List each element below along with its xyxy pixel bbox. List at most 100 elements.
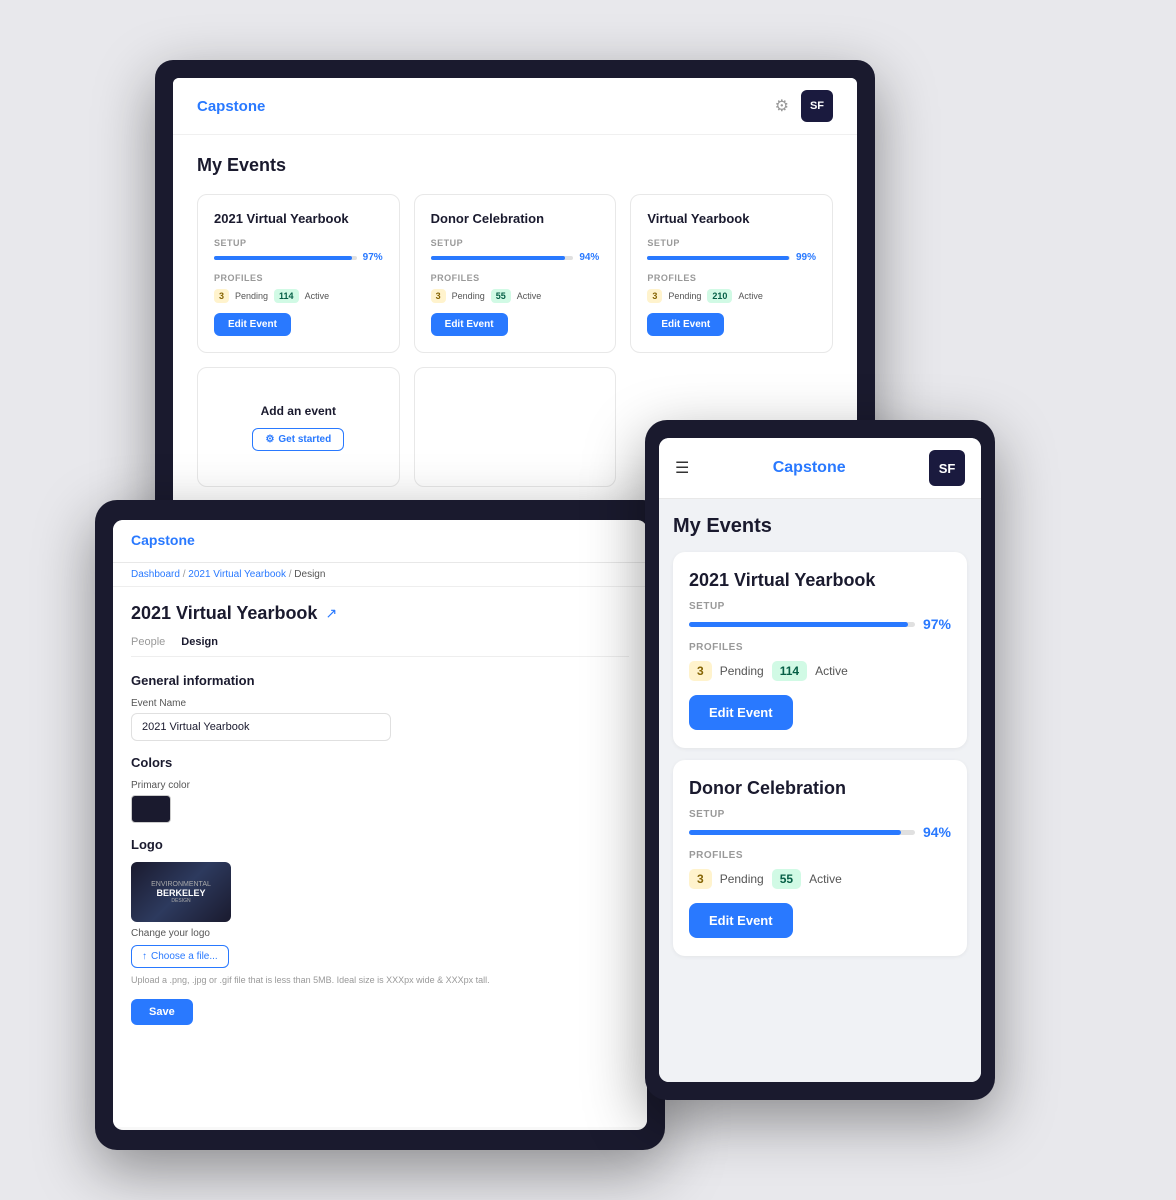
- laptop-profiles-row-3: 3 Pending 210 Active: [647, 289, 816, 303]
- tr-progress-pct-2: 94%: [923, 824, 951, 840]
- laptop-events-grid: 2021 Virtual Yearbook SETUP 97% PROFILES…: [197, 194, 833, 353]
- tr-progress-bg-1: [689, 622, 915, 627]
- laptop-pending-badge-2: 3: [431, 289, 446, 303]
- laptop-progress-bg-2: [431, 256, 574, 260]
- laptop-avatar[interactable]: SF: [801, 90, 833, 122]
- laptop-profiles-label-2: PROFILES: [431, 273, 600, 283]
- tr-profiles-label-2: PROFILES: [689, 850, 951, 861]
- tablet-right-avatar[interactable]: SF: [929, 450, 965, 486]
- tr-progress-row-1: 97%: [689, 616, 951, 632]
- laptop-progress-bg-3: [647, 256, 790, 260]
- laptop-setup-label-1: SETUP: [214, 238, 383, 248]
- external-link-icon[interactable]: ↗: [325, 605, 337, 622]
- tr-active-label-1: Active: [815, 664, 848, 678]
- laptop-header-right: ⚙ SF: [775, 90, 833, 122]
- tablet-right-device: ☰ Capstone SF My Events 2021 Virtual Yea…: [645, 420, 995, 1100]
- tablet-right-header: ☰ Capstone SF: [659, 438, 981, 499]
- hamburger-icon[interactable]: ☰: [675, 458, 689, 478]
- laptop-pending-label-2: Pending: [452, 291, 485, 301]
- tr-progress-bg-2: [689, 830, 915, 835]
- gear-icon[interactable]: ⚙: [775, 96, 789, 116]
- logo-image: ENVIRONMENTAL BERKELEY DESIGN: [131, 862, 231, 922]
- logo-title: Logo: [131, 837, 629, 852]
- tr-event-card-1: 2021 Virtual Yearbook SETUP 97% PROFILES…: [673, 552, 967, 748]
- choose-file-button[interactable]: ↑ Choose a file...: [131, 945, 229, 968]
- colors-section: Colors Primary color: [131, 755, 629, 823]
- event-name-label: Event Name: [131, 698, 629, 709]
- add-event-card: Add an event ⚙ Get started: [197, 367, 400, 487]
- upload-icon: ↑: [142, 951, 147, 962]
- laptop-progress-pct-2: 94%: [579, 252, 599, 263]
- tablet-left-logo: Capstone: [131, 532, 195, 548]
- tablet-right-logo: Capstone: [773, 459, 846, 477]
- laptop-app-header: Capstone ⚙ SF: [173, 78, 857, 135]
- logo-image-inner: ENVIRONMENTAL BERKELEY DESIGN: [151, 881, 211, 904]
- tr-progress-fill-1: [689, 622, 908, 627]
- upload-hint: Upload a .png, .jpg or .gif file that is…: [131, 974, 629, 987]
- yearbook-title: 2021 Virtual Yearbook: [131, 603, 317, 624]
- tr-profiles-row-1: 3 Pending 114 Active: [689, 661, 951, 681]
- laptop-progress-row-2: 94%: [431, 252, 600, 263]
- gear-small-icon: ⚙: [265, 434, 274, 445]
- general-info-section: General information Event Name: [131, 673, 629, 755]
- laptop-active-badge-1: 114: [274, 289, 299, 303]
- tr-active-badge-2: 55: [772, 869, 801, 889]
- laptop-active-label-2: Active: [517, 291, 542, 301]
- tab-design[interactable]: Design: [181, 636, 218, 648]
- tablet-left-device: Capstone Dashboard / 2021 Virtual Yearbo…: [95, 500, 665, 1150]
- laptop-event-title-2: Donor Celebration: [431, 211, 600, 226]
- laptop-pending-badge-3: 3: [647, 289, 662, 303]
- tablet-right-main: My Events 2021 Virtual Yearbook SETUP 97…: [659, 499, 981, 1082]
- laptop-progress-pct-1: 97%: [363, 252, 383, 263]
- tr-page-title: My Events: [673, 515, 967, 538]
- tablet-left-header: Capstone: [113, 520, 647, 563]
- tab-people[interactable]: People: [131, 636, 165, 648]
- laptop-progress-pct-3: 99%: [796, 252, 816, 263]
- laptop-progress-row-3: 99%: [647, 252, 816, 263]
- primary-color-swatch[interactable]: [131, 795, 171, 823]
- laptop-edit-btn-1[interactable]: Edit Event: [214, 313, 291, 336]
- add-event-title: Add an event: [261, 404, 336, 418]
- yearbook-title-row: 2021 Virtual Yearbook ↗: [131, 603, 629, 624]
- tr-setup-label-1: SETUP: [689, 601, 951, 612]
- breadcrumb: Dashboard / 2021 Virtual Yearbook / Desi…: [113, 563, 647, 587]
- laptop-progress-fill-2: [431, 256, 565, 260]
- laptop-progress-bg-1: [214, 256, 357, 260]
- laptop-edit-btn-2[interactable]: Edit Event: [431, 313, 508, 336]
- laptop-active-label-1: Active: [305, 291, 330, 301]
- laptop-profiles-row-1: 3 Pending 114 Active: [214, 289, 383, 303]
- general-info-title: General information: [131, 673, 629, 688]
- laptop-profiles-label-1: PROFILES: [214, 273, 383, 283]
- laptop-edit-btn-3[interactable]: Edit Event: [647, 313, 724, 336]
- tr-pending-label-1: Pending: [720, 664, 764, 678]
- primary-color-label: Primary color: [131, 780, 629, 791]
- laptop-setup-label-2: SETUP: [431, 238, 600, 248]
- laptop-progress-fill-1: [214, 256, 352, 260]
- save-button[interactable]: Save: [131, 999, 193, 1025]
- laptop-pending-label-3: Pending: [668, 291, 701, 301]
- laptop-progress-fill-3: [647, 256, 788, 260]
- laptop-active-badge-3: 210: [707, 289, 732, 303]
- tr-progress-row-2: 94%: [689, 824, 951, 840]
- tr-pending-badge-1: 3: [689, 661, 712, 681]
- logo-img-sub: DESIGN: [151, 898, 211, 904]
- laptop-event-title-1: 2021 Virtual Yearbook: [214, 211, 383, 226]
- laptop-active-badge-2: 55: [491, 289, 511, 303]
- tr-pending-badge-2: 3: [689, 869, 712, 889]
- tr-event-card-2: Donor Celebration SETUP 94% PROFILES 3 P…: [673, 760, 967, 956]
- event-name-input[interactable]: [131, 713, 391, 741]
- tr-setup-label-2: SETUP: [689, 809, 951, 820]
- logo-section: Logo ENVIRONMENTAL BERKELEY DESIGN Chang…: [131, 837, 629, 987]
- tablet-left-screen: Capstone Dashboard / 2021 Virtual Yearbo…: [113, 520, 647, 1130]
- laptop-event-card-3: Virtual Yearbook SETUP 99% PROFILES 3 Pe…: [630, 194, 833, 353]
- laptop-logo: Capstone: [197, 98, 265, 115]
- get-started-button[interactable]: ⚙ Get started: [252, 428, 344, 451]
- tr-edit-btn-2[interactable]: Edit Event: [689, 903, 793, 938]
- tr-profiles-row-2: 3 Pending 55 Active: [689, 869, 951, 889]
- laptop-progress-row-1: 97%: [214, 252, 383, 263]
- logo-img-main: BERKELEY: [151, 888, 211, 898]
- tab-nav: People Design: [131, 636, 629, 657]
- tr-pending-label-2: Pending: [720, 872, 764, 886]
- tr-active-label-2: Active: [809, 872, 842, 886]
- tr-edit-btn-1[interactable]: Edit Event: [689, 695, 793, 730]
